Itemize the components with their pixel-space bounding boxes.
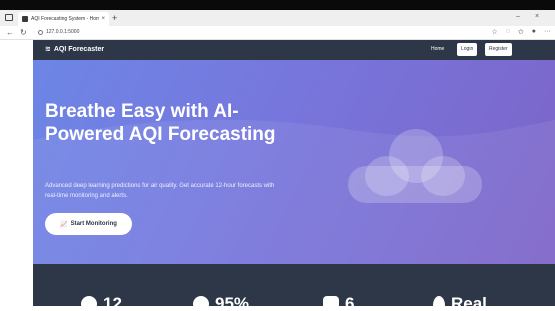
- chart-line-icon: 📈: [60, 221, 68, 228]
- star-icon[interactable]: ☆: [491, 28, 497, 36]
- new-tab-button[interactable]: +: [112, 12, 117, 24]
- hero-section: Breathe Easy with AI-Powered AQI Forecas…: [33, 60, 555, 264]
- register-button[interactable]: Register: [485, 43, 512, 56]
- stat-item: 6: [323, 294, 354, 306]
- favicon-icon: [22, 16, 28, 22]
- screen-frame-bottom: [0, 306, 555, 311]
- heart-icon: [323, 296, 339, 306]
- url-text: 127.0.0.1:5000: [46, 29, 80, 35]
- tab-close-icon[interactable]: ×: [101, 16, 105, 22]
- profile-icon[interactable]: ●: [532, 28, 536, 36]
- minimize-icon[interactable]: –: [516, 13, 520, 20]
- clock-icon: [81, 296, 97, 306]
- address-bar[interactable]: 127.0.0.1:5000: [38, 29, 79, 35]
- reload-icon[interactable]: ↻: [20, 27, 27, 39]
- stat-value: 6: [345, 294, 355, 306]
- brand-name: AQI Forecaster: [53, 45, 105, 53]
- browser-toolbar: ☆ ◌ ✩ ● ···: [491, 28, 551, 36]
- hero-title: Breathe Easy with AI-Powered AQI Forecas…: [45, 101, 276, 145]
- check-circle-icon: [193, 296, 209, 306]
- login-button[interactable]: Login: [457, 43, 478, 56]
- start-monitoring-button[interactable]: 📈 Start Monitoring: [45, 213, 132, 235]
- stat-value: 95%: [215, 294, 250, 306]
- tab-title: AQI Forecasting System - Home: [31, 16, 100, 22]
- stat-value: 12: [103, 294, 122, 306]
- nav-home-link[interactable]: Home: [431, 46, 444, 52]
- favorites-icon[interactable]: ✩: [518, 28, 524, 36]
- close-window-icon[interactable]: ×: [535, 13, 539, 20]
- browser-tab-strip: AQI Forecasting System - Home × + – ×: [0, 10, 555, 26]
- browser-tab[interactable]: AQI Forecasting System - Home ×: [18, 12, 109, 26]
- stat-value: Real: [451, 294, 487, 306]
- brand[interactable]: ≋ AQI Forecaster: [45, 45, 105, 54]
- site-navbar: ≋ AQI Forecaster Home Login Register: [33, 40, 555, 60]
- stat-item: 12: [81, 294, 122, 306]
- sidebar-toggle-icon[interactable]: [5, 14, 13, 21]
- stat-item: 95%: [193, 294, 249, 306]
- wind-icon: ≋: [45, 46, 51, 53]
- screen-frame: [0, 0, 555, 10]
- back-icon[interactable]: ←: [6, 27, 14, 39]
- address-bar-row: ← ↻ 127.0.0.1:5000 ☆ ◌ ✩ ● ···: [0, 26, 555, 40]
- hero-subtitle: Advanced deep learning predictions for a…: [45, 183, 275, 199]
- more-icon[interactable]: ···: [544, 28, 551, 36]
- cta-label: Start Monitoring: [70, 221, 117, 227]
- stats-section: 12 95% 6 Real: [33, 264, 555, 306]
- droplet-icon: [433, 296, 445, 306]
- stat-item: Real: [433, 294, 487, 306]
- extensions-icon[interactable]: ◌: [506, 28, 510, 36]
- site-info-icon[interactable]: [38, 29, 43, 35]
